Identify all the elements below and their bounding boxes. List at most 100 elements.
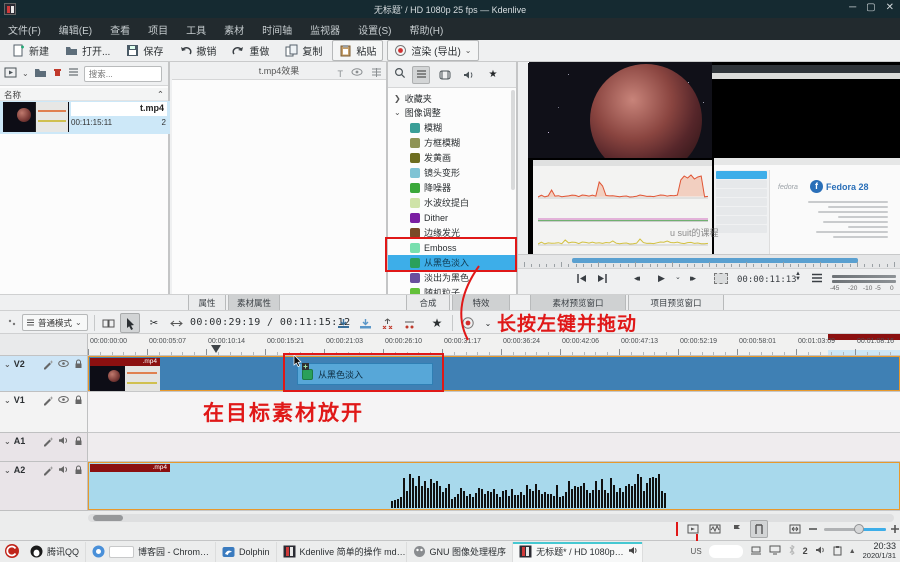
taskbar-task[interactable]: 无标题* / HD 1080p…: [513, 542, 643, 562]
track-header-a2[interactable]: ⌄A2: [0, 462, 88, 511]
render-button[interactable]: 渲染 (导出)⌄: [387, 40, 478, 61]
bluetooth-icon[interactable]: [788, 545, 796, 557]
track-v2-body[interactable]: .mp4 从黑色淡入: [88, 356, 900, 392]
taskbar-task[interactable]: 博客园 - Chrom…: [86, 542, 216, 562]
monitor-menu-icon[interactable]: [811, 273, 823, 285]
taskbar-task[interactable]: 腾讯QQ: [24, 542, 86, 562]
go-to-start-icon[interactable]: [576, 273, 588, 286]
title-bar[interactable]: 无标题' / HD 1080p 25 fps — Kdenlive ─ ▢ ✕: [0, 0, 900, 18]
track-hide-icon[interactable]: [58, 359, 69, 372]
monitor-video-area[interactable]: fedora f Fedora 28 u suit的课程: [528, 62, 900, 254]
search-icon[interactable]: [394, 67, 406, 82]
close-icon[interactable]: ✕: [886, 2, 894, 13]
menu-item[interactable]: 素材: [224, 22, 244, 37]
track-lock-icon[interactable]: [74, 395, 83, 408]
taskbar-task[interactable]: GNU 图像处理程序: [407, 542, 514, 562]
undo-button[interactable]: 撤销: [173, 41, 222, 60]
insert-zone-icon[interactable]: [333, 313, 353, 333]
track-collapse-icon[interactable]: ⌄: [4, 396, 11, 405]
columns-icon[interactable]: [371, 65, 382, 83]
favorite-effects-icon[interactable]: ★: [484, 66, 502, 84]
show-video-thumbnails-icon[interactable]: [684, 520, 702, 538]
zone-mode-icon[interactable]: [714, 273, 728, 284]
zoom-slider-thumb[interactable]: [854, 524, 864, 534]
add-clip-icon[interactable]: [4, 66, 17, 82]
bin-clip-item[interactable]: t.mp4 00:11:15:11 2: [0, 101, 170, 134]
effect-item[interactable]: 方框模糊: [388, 135, 516, 150]
rewind-icon[interactable]: ◂◂: [634, 273, 637, 284]
monitor-timecode[interactable]: 00:00:11:13: [737, 275, 797, 285]
track-lock-icon[interactable]: [74, 465, 83, 478]
render-button-icon[interactable]: [458, 313, 478, 333]
track-mute-icon[interactable]: [58, 465, 69, 478]
collapse-icon[interactable]: ⌃: [157, 89, 164, 100]
delete-icon[interactable]: [52, 67, 63, 81]
effect-item[interactable]: 从黑色淡入: [388, 255, 516, 270]
copy-button[interactable]: 复制: [279, 41, 328, 60]
forward-icon[interactable]: ▸▸: [690, 273, 693, 284]
paste-button[interactable]: 粘贴: [332, 40, 383, 61]
spacer-tool-icon[interactable]: [166, 313, 186, 333]
bin-menu-icon[interactable]: [68, 68, 79, 80]
snap-icon[interactable]: [750, 520, 768, 538]
track-effects-icon[interactable]: [43, 465, 53, 478]
minimize-icon[interactable]: ─: [849, 2, 856, 13]
menu-item[interactable]: 工具: [186, 22, 206, 37]
redo-button[interactable]: 重做: [226, 41, 275, 60]
maximize-icon[interactable]: ▢: [866, 2, 875, 13]
effects-tab[interactable]: 合成: [406, 295, 450, 311]
track-a2-body[interactable]: .mp4: [88, 462, 900, 511]
display-icon[interactable]: [769, 545, 781, 557]
effect-item[interactable]: 模糊: [388, 120, 516, 135]
stack-tab[interactable]: 素材属性: [228, 295, 280, 311]
effect-item[interactable]: 发黄画: [388, 150, 516, 165]
menu-item[interactable]: 设置(S): [358, 22, 391, 37]
track-header-v1[interactable]: ⌄V1: [0, 392, 88, 433]
track-header-a1[interactable]: ⌄A1: [0, 433, 88, 462]
timeline-zoom-slider[interactable]: [824, 528, 886, 531]
taskbar-task[interactable]: Kdenlive 简单的操作 md…: [277, 542, 407, 562]
track-mute-icon[interactable]: [58, 436, 69, 449]
track-collapse-icon[interactable]: ⌄: [4, 437, 11, 446]
folder-open-button[interactable]: 打开...: [59, 41, 116, 60]
timeline-clip-v2[interactable]: .mp4 从黑色淡入: [88, 356, 900, 391]
clipboard-icon[interactable]: [833, 545, 842, 558]
keyboard-layout-indicator[interactable]: US: [691, 547, 702, 556]
track-header-v2[interactable]: ⌄V2: [0, 356, 88, 392]
mix-clips-icon[interactable]: [98, 313, 118, 333]
track-effects-icon[interactable]: [43, 436, 53, 449]
chevron-down-icon[interactable]: ⌄: [22, 69, 29, 78]
monitor-tab[interactable]: 项目预览窗口: [628, 295, 724, 311]
playhead-marker[interactable]: [211, 345, 221, 353]
effect-item[interactable]: Emboss: [388, 240, 516, 255]
track-hide-icon[interactable]: [58, 395, 69, 408]
video-effects-icon[interactable]: [436, 66, 454, 84]
effect-item[interactable]: 镜头变形: [388, 165, 516, 180]
lift-zone-icon[interactable]: [399, 313, 419, 333]
network-icon[interactable]: [750, 545, 762, 557]
effect-item[interactable]: 水波纹提白: [388, 195, 516, 210]
track-collapse-icon[interactable]: ⌄: [4, 360, 11, 369]
menu-item[interactable]: 编辑(E): [59, 22, 92, 37]
favorite-effects-star-icon[interactable]: ★: [427, 313, 447, 333]
zoom-out-icon[interactable]: [804, 520, 822, 538]
track-effects-icon[interactable]: [43, 359, 53, 372]
monitor-zone-segment[interactable]: [572, 258, 858, 263]
bin-name-header[interactable]: 名称 ⌃: [0, 88, 168, 101]
razor-tool-icon[interactable]: ✂: [144, 313, 164, 333]
effects-category-image[interactable]: ⌄图像调整: [388, 105, 516, 119]
effect-item[interactable]: 边缘发光: [388, 225, 516, 240]
audio-effects-icon[interactable]: [460, 66, 478, 84]
new-folder-icon[interactable]: [34, 67, 47, 81]
menu-item[interactable]: 时间轴: [262, 22, 292, 37]
stack-tab[interactable]: 属性: [188, 295, 226, 311]
menu-item[interactable]: 文件(F): [8, 22, 41, 37]
timeline-ruler[interactable]: 00:00:00:0000:00:05:0700:00:10:1400:00:1…: [88, 334, 900, 356]
tray-expand-icon[interactable]: ▲: [849, 548, 856, 555]
list-view-icon[interactable]: [412, 66, 430, 84]
menu-item[interactable]: 监视器: [310, 22, 340, 37]
timecode-spinner[interactable]: ▲▼: [795, 272, 801, 282]
zoom-in-icon[interactable]: [886, 520, 900, 538]
menu-item[interactable]: 查看: [110, 22, 130, 37]
track-effects-icon[interactable]: [43, 395, 53, 408]
